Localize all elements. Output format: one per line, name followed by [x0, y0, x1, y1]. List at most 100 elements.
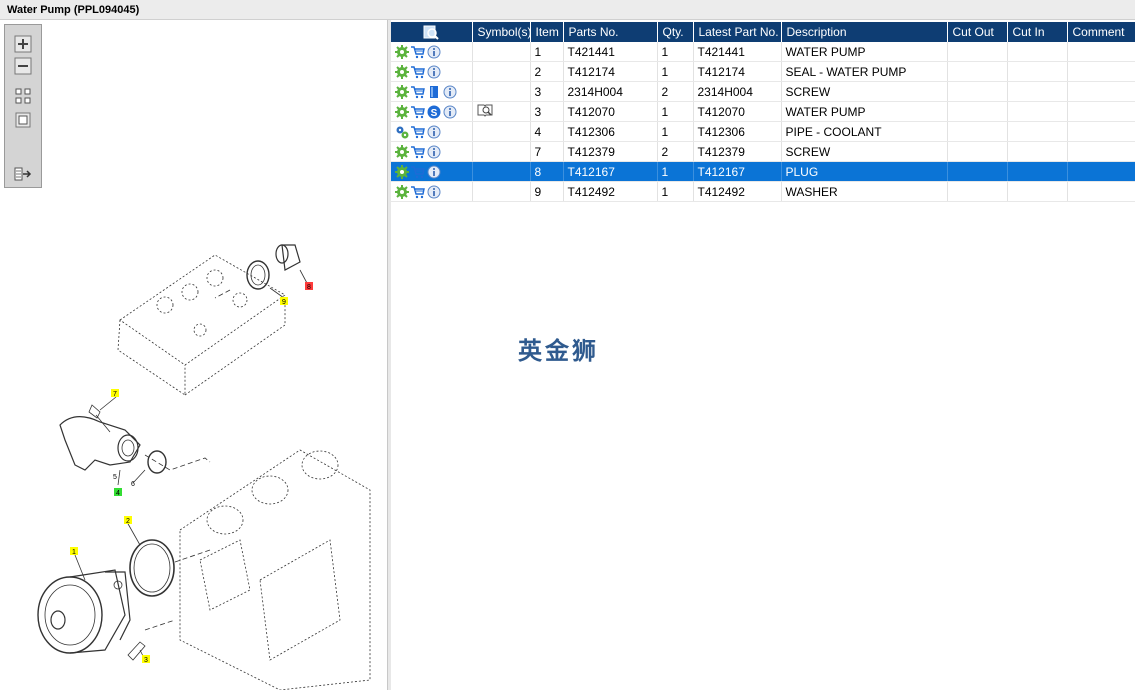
- table-row[interactable]: 8 T412167 1 T412167 PLUG: [391, 161, 1135, 182]
- svg-text:4: 4: [116, 490, 120, 497]
- col-cut-in[interactable]: Cut In: [1007, 22, 1068, 42]
- cell-comment: [1067, 141, 1135, 162]
- callout-5[interactable]: 5: [113, 474, 117, 481]
- cell-qty: 1: [657, 61, 694, 82]
- table-row[interactable]: 4 T412306 1 T412306 PIPE - COOLANT: [391, 121, 1135, 142]
- info-icon[interactable]: [427, 165, 441, 179]
- table-row[interactable]: 9 T412492 1 T412492 WASHER: [391, 181, 1135, 202]
- row-actions: [391, 181, 473, 202]
- cell-cut-in: [1007, 42, 1068, 62]
- table-header: Symbol(s) Item Parts No. Qty. Latest Par…: [391, 22, 1135, 42]
- info-icon[interactable]: [427, 145, 441, 159]
- svg-text:3: 3: [144, 657, 148, 664]
- cell-latest-part-no: T412306: [693, 121, 782, 142]
- cell-latest-part-no: T412070: [693, 101, 782, 122]
- configure-gear-icon[interactable]: [395, 144, 409, 159]
- col-item[interactable]: Item: [530, 22, 564, 42]
- actual-size-button[interactable]: [14, 111, 32, 129]
- add-to-cart-icon[interactable]: [411, 165, 425, 179]
- add-to-cart-icon[interactable]: [411, 145, 425, 159]
- add-to-cart-icon[interactable]: [411, 125, 425, 139]
- info-icon[interactable]: [427, 185, 441, 199]
- row-actions: [391, 61, 473, 82]
- configure-gear-icon[interactable]: [395, 104, 409, 119]
- window-title: Water Pump (PPL094045): [7, 4, 140, 16]
- fit-window-button[interactable]: [14, 87, 32, 105]
- parts-list-pane: Symbol(s) Item Parts No. Qty. Latest Par…: [391, 20, 1135, 690]
- cell-cut-out: [947, 81, 1008, 102]
- table-row[interactable]: 7 T412379 2 T412379 SCREW: [391, 141, 1135, 162]
- configure-gear-icon[interactable]: [395, 84, 409, 99]
- cell-item: 2: [530, 61, 564, 82]
- assembly-gears-icon[interactable]: [395, 125, 409, 139]
- info-icon[interactable]: [427, 45, 441, 59]
- info-icon[interactable]: [443, 85, 457, 99]
- col-latest-part-no[interactable]: Latest Part No.: [693, 22, 782, 42]
- table-row[interactable]: 1 T421441 1 T421441 WATER PUMP: [391, 42, 1135, 62]
- add-to-cart-icon[interactable]: [411, 65, 425, 79]
- row-symbol: [472, 61, 531, 82]
- configure-gear-icon[interactable]: [395, 64, 409, 79]
- configure-gear-icon[interactable]: [395, 184, 409, 199]
- configure-gear-icon[interactable]: [395, 164, 409, 179]
- cell-qty: 1: [657, 101, 694, 122]
- col-qty[interactable]: Qty.: [657, 22, 694, 42]
- add-to-cart-icon[interactable]: [411, 185, 425, 199]
- col-tools[interactable]: [391, 22, 473, 42]
- callout-6[interactable]: 6: [131, 481, 135, 488]
- cell-qty: 2: [657, 81, 694, 102]
- info-icon[interactable]: [427, 65, 441, 79]
- info-icon[interactable]: [443, 105, 457, 119]
- info-icon[interactable]: [427, 125, 441, 139]
- cell-cut-in: [1007, 81, 1068, 102]
- row-symbol: [472, 181, 531, 202]
- zoom-out-button[interactable]: [14, 57, 32, 75]
- row-actions: [391, 121, 473, 142]
- cell-cut-out: [947, 181, 1008, 202]
- col-comment[interactable]: Comment: [1067, 22, 1135, 42]
- cell-item: 7: [530, 141, 564, 162]
- cell-item: 9: [530, 181, 564, 202]
- zoom-in-button[interactable]: [14, 35, 32, 53]
- cell-parts-no: T412492: [563, 181, 658, 202]
- row-symbol: [472, 121, 531, 142]
- export-button[interactable]: [14, 165, 32, 183]
- search-book-icon[interactable]: [477, 103, 493, 117]
- cell-cut-out: [947, 42, 1008, 62]
- cell-cut-in: [1007, 141, 1068, 162]
- cell-latest-part-no: T412167: [693, 161, 782, 182]
- cell-cut-in: [1007, 121, 1068, 142]
- export-icon: [14, 167, 32, 181]
- add-to-cart-icon[interactable]: [411, 105, 425, 119]
- cell-comment: [1067, 81, 1135, 102]
- cell-cut-out: [947, 61, 1008, 82]
- cell-item: 1: [530, 42, 564, 62]
- table-row[interactable]: 2 T412174 1 T412174 SEAL - WATER PUMP: [391, 61, 1135, 82]
- cell-latest-part-no: 2314H004: [693, 81, 782, 102]
- cell-cut-out: [947, 141, 1008, 162]
- table-row[interactable]: S 3 T412070 1 T412070 WATER PUMP: [391, 101, 1135, 122]
- cell-comment: [1067, 161, 1135, 182]
- document-book-icon[interactable]: [427, 85, 441, 99]
- svg-text:7: 7: [113, 391, 117, 398]
- col-cut-out[interactable]: Cut Out: [947, 22, 1008, 42]
- cell-item: 3: [530, 81, 564, 102]
- cell-description: WATER PUMP: [781, 42, 948, 62]
- cell-parts-no: T412379: [563, 141, 658, 162]
- actual-size-icon: [15, 112, 31, 128]
- cell-qty: 1: [657, 42, 694, 62]
- cell-latest-part-no: T421441: [693, 42, 782, 62]
- col-symbols[interactable]: Symbol(s): [472, 22, 531, 42]
- supersession-s-icon[interactable]: S: [427, 105, 441, 119]
- configure-gear-icon[interactable]: [395, 44, 409, 59]
- table-row[interactable]: 3 2314H004 2 2314H004 SCREW: [391, 81, 1135, 102]
- add-to-cart-icon[interactable]: [411, 85, 425, 99]
- col-description[interactable]: Description: [781, 22, 948, 42]
- search-parts-icon[interactable]: [423, 24, 439, 40]
- add-to-cart-icon[interactable]: [411, 45, 425, 59]
- cell-parts-no: T412167: [563, 161, 658, 182]
- diagram-pane[interactable]: 1 2 3 4 5 6 7 8 9: [0, 20, 388, 690]
- cell-description: WATER PUMP: [781, 101, 948, 122]
- row-actions: [391, 141, 473, 162]
- col-parts-no[interactable]: Parts No.: [563, 22, 658, 42]
